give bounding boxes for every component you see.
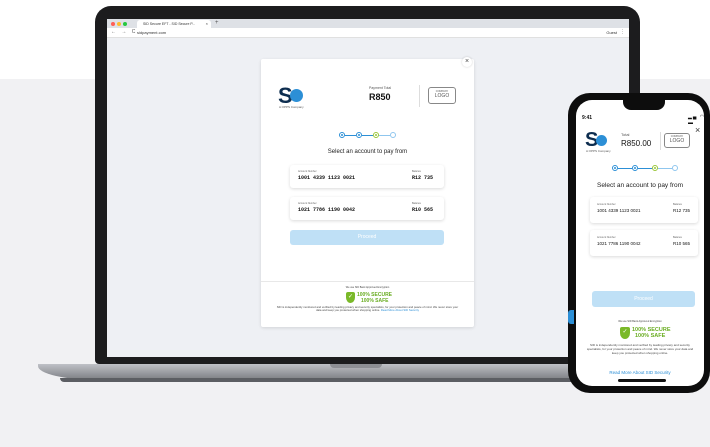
account-number: 1021 7786 1190 0042 — [298, 207, 356, 213]
header-divider — [419, 85, 420, 107]
step-line — [362, 135, 373, 136]
balance-label: Balance — [673, 203, 683, 206]
account-balance: R10 565 — [412, 207, 434, 213]
security-read-more-link[interactable]: Read More About SID Security — [576, 370, 704, 376]
modal-close-icon[interactable]: × — [462, 57, 472, 67]
window-maximize-icon[interactable] — [123, 22, 127, 26]
step-line — [618, 168, 632, 169]
payment-total-amount: R850.00 — [621, 139, 652, 148]
company-logo-line2: LOGO — [434, 92, 450, 99]
brand-tagline: A OPPS Company — [586, 149, 611, 153]
close-icon[interactable]: × — [695, 125, 700, 135]
payment-total-label: Payment Total — [369, 86, 392, 90]
encryption-note: We use SID Bank Approved Encryption — [618, 320, 662, 323]
account-number: 1021 7786 1190 0042 — [597, 241, 641, 246]
select-account-title: Select an account to pay from — [597, 182, 683, 189]
account-number: 1001 4339 1123 0021 — [597, 208, 641, 213]
proceed-button[interactable]: Proceed — [290, 230, 444, 245]
phone-notch — [623, 100, 665, 110]
browser-menu-icon[interactable]: ⋮ — [620, 29, 625, 35]
account-card-1[interactable]: Account Number 1001 4339 1123 0021 Balan… — [290, 165, 444, 188]
balance-label: Balance — [412, 170, 422, 173]
step-4 — [390, 132, 396, 138]
select-account-title: Select an account to pay from — [327, 149, 408, 155]
account-number-label: Account Number — [298, 170, 317, 173]
window-minimize-icon[interactable] — [117, 22, 121, 26]
account-balance: R12 735 — [673, 208, 691, 213]
balance-label: Balance — [412, 202, 422, 205]
security-read-more-link[interactable]: Read More About SID Security — [381, 308, 419, 313]
nav-icons[interactable]: ← → C — [111, 29, 137, 35]
account-number-label: Account Number — [597, 203, 616, 206]
step-line — [658, 168, 672, 169]
tab-close-icon[interactable]: × — [206, 20, 208, 28]
address-bar: ← → C sidpayment.com Guest ⋮ — [107, 28, 629, 38]
home-indicator — [618, 379, 666, 382]
security-description-text: SID is independently monitored and verif… — [276, 305, 459, 313]
progress-steps — [339, 132, 399, 138]
laptop-screen: SID Secure EFT - SID Secure P... × + ← →… — [107, 19, 629, 357]
url-field[interactable]: sidpayment.com — [137, 30, 166, 35]
safe-text: 100% SAFE — [635, 333, 666, 339]
step-4 — [672, 165, 678, 171]
header-divider — [660, 132, 661, 150]
account-card-1[interactable]: Account Number 1001 4339 1123 0021 Balan… — [590, 197, 698, 223]
footer-divider — [261, 281, 474, 282]
tab-title: SID Secure EFT - SID Secure P... — [143, 22, 196, 26]
account-balance: R10 565 — [673, 241, 691, 246]
account-card-2[interactable]: Account Number 1021 7786 1190 0042 Balan… — [590, 230, 698, 256]
company-logo-line2: LOGO — [669, 137, 685, 144]
status-time: 9:41 — [582, 115, 593, 121]
brand-tagline: A OPPS Company — [279, 105, 304, 109]
phone-screen: S A OPPS Company Total R850.00 COMPANY L… — [576, 100, 704, 386]
sid-logo-mark — [290, 89, 303, 102]
profile-button[interactable]: Guest — [606, 30, 617, 35]
security-description: SID is independently monitored and verif… — [275, 305, 460, 313]
proceed-button[interactable]: Proceed — [592, 291, 695, 307]
browser-tab[interactable]: SID Secure EFT - SID Secure P... × — [137, 20, 211, 28]
shield-icon: ✓ — [346, 292, 355, 303]
phone-side-tab — [568, 310, 574, 324]
account-number-label: Account Number — [298, 202, 317, 205]
company-logo: COMPANY LOGO — [428, 87, 456, 104]
account-balance: R12 735 — [412, 175, 434, 181]
balance-label: Balance — [673, 236, 683, 239]
safe-text: 100% SAFE — [361, 298, 389, 304]
company-logo: COMPANY LOGO — [664, 133, 690, 148]
account-number: 1001 4339 1123 0021 — [298, 175, 356, 181]
account-number-label: Account Number — [597, 236, 616, 239]
new-tab-icon[interactable]: + — [215, 20, 219, 27]
payment-total-label: Total — [621, 132, 630, 137]
laptop-lip — [60, 378, 652, 382]
security-description: SID is independently monitored and verif… — [586, 343, 694, 355]
window-close-icon[interactable] — [111, 22, 115, 26]
shield-icon: ✓ — [620, 327, 630, 339]
sid-logo-mark — [596, 135, 607, 146]
step-line — [638, 168, 652, 169]
laptop-notch — [330, 364, 382, 368]
encryption-note: We use SID Bank Approved Encryption — [345, 286, 390, 289]
payment-modal: S A OPPS Company Payment Total R850 COMP… — [261, 59, 474, 327]
account-card-2[interactable]: Account Number 1021 7786 1190 0042 Balan… — [290, 197, 444, 220]
browser-tab-bar: SID Secure EFT - SID Secure P... × + — [107, 19, 629, 28]
step-line — [379, 135, 390, 136]
payment-total-amount: R850 — [369, 92, 391, 102]
step-line — [345, 135, 356, 136]
progress-steps — [612, 165, 678, 171]
